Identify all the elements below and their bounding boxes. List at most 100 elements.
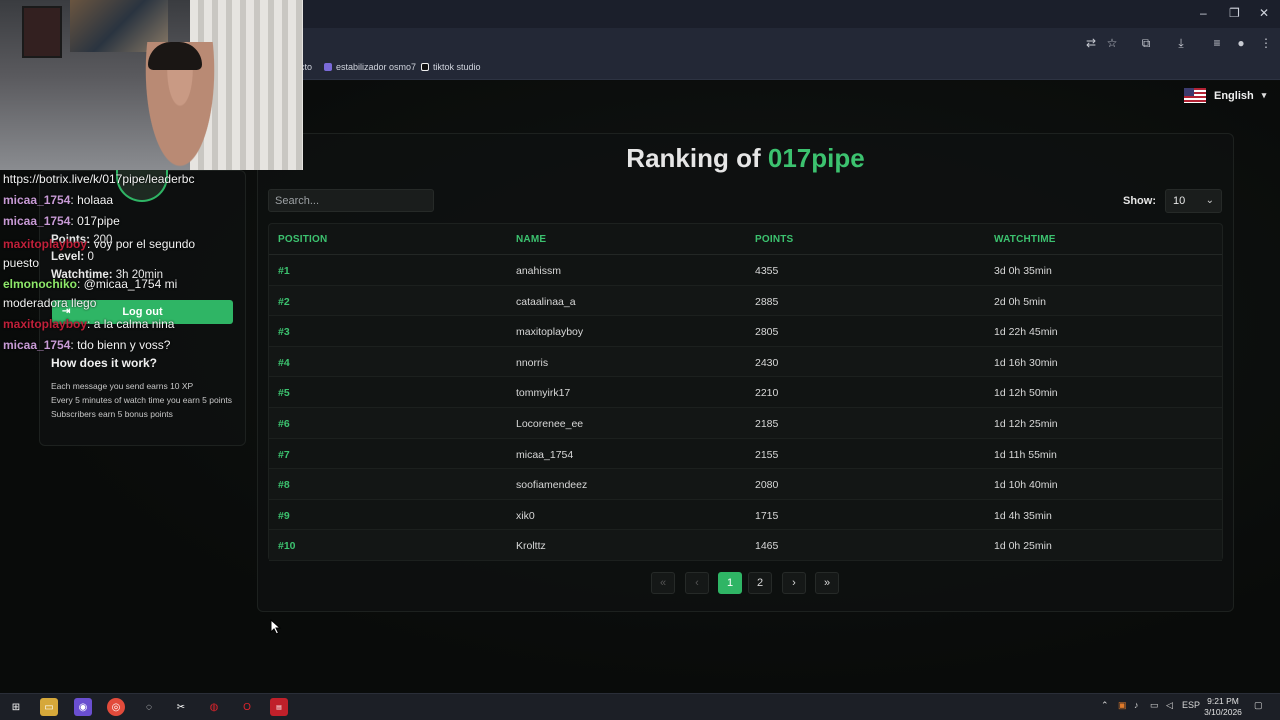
chat-message: elmonochiko: @micaa_1754 mi (3, 277, 177, 291)
microphone-icon[interactable]: ♪ (1134, 700, 1139, 710)
chat-username: micaa_1754 (3, 338, 71, 352)
opera-icon[interactable]: O (238, 698, 256, 716)
chat-text: : @micaa_1754 mi (77, 277, 178, 291)
chat-username: maxitoplayboy (3, 317, 88, 331)
rule-text: Every 5 minutes of watch time you earn 5… (51, 395, 232, 405)
level-label: Level: (51, 251, 85, 263)
level-stat: Level: 0 (51, 251, 94, 263)
bookmark-label: tiktok studio (433, 62, 481, 72)
cell-name: soofiamendeez (516, 479, 588, 492)
column-header[interactable]: NAME (516, 234, 546, 245)
tray-app-icon[interactable]: ▣ (1118, 700, 1127, 711)
cell-name: anahissm (516, 265, 561, 277)
table-row: #5 tommyirk17 2210 1d 12h 50min (269, 377, 1222, 408)
table-row: #4 nnorris 2430 1d 16h 30min (269, 346, 1222, 378)
start-icon[interactable]: ⊞ (7, 698, 25, 716)
us-flag-icon (1184, 88, 1206, 103)
chrome-icon[interactable]: ◎ (107, 698, 125, 716)
clock-time: 9:21 PM (1207, 696, 1239, 706)
download-icon[interactable]: ⤓ (1173, 35, 1189, 51)
cell-watchtime: 1d 10h 40min (994, 479, 1058, 492)
cell-points: 4355 (755, 265, 779, 277)
column-header[interactable]: POSITION (278, 234, 327, 245)
cell-points: 1715 (755, 509, 779, 522)
cell-watchtime: 1d 12h 25min (994, 418, 1058, 430)
cell-position: #4 (278, 356, 290, 369)
cell-name: tommyirk17 (516, 387, 571, 400)
chat-message: maxitoplayboy: voy por el segundo (3, 237, 195, 251)
page-title: Ranking of 017pipe (257, 143, 1234, 174)
page-size-select[interactable]: 10 ⌄ (1165, 189, 1222, 213)
cell-name: Krolttz (516, 540, 546, 553)
chat-text: https://botrix.live/k/017pipe/leaderbc (3, 172, 195, 186)
notifications-icon[interactable]: ▢ (1254, 700, 1263, 711)
cell-name: micaa_1754 (516, 448, 574, 461)
app-icon[interactable]: ▤ (270, 698, 288, 716)
cell-points: 2805 (755, 326, 779, 339)
chat-text: : a la calma nina (87, 317, 175, 331)
bookmark-item[interactable]: estabilizador osmo7 (324, 62, 416, 72)
screen: { "browser": { "bookmarks": [ {"label": … (0, 0, 1280, 720)
cell-position: #2 (278, 295, 290, 308)
bookmark-item[interactable]: tiktok studio (421, 62, 481, 72)
capcut-icon[interactable]: ✂ (172, 698, 190, 716)
chat-message: micaa_1754: holaaa (3, 193, 113, 207)
last-page-button[interactable]: » (815, 572, 839, 594)
media-icon[interactable]: ≡ (1209, 35, 1225, 51)
rule-text: Each message you send earns 10 XP (51, 381, 194, 391)
profile-icon[interactable]: ● (1233, 35, 1249, 51)
column-header[interactable]: WATCHTIME (994, 234, 1056, 245)
search-input[interactable] (268, 189, 434, 212)
cell-name: Locorenee_ee (516, 418, 584, 430)
cell-points: 2185 (755, 418, 779, 430)
file-explorer-icon[interactable]: ▭ (40, 698, 58, 716)
close-icon[interactable]: ✕ (1259, 6, 1269, 20)
rule-text: Subscribers earn 5 bonus points (51, 409, 173, 419)
language-indicator[interactable]: ESP (1182, 700, 1200, 710)
language-selector[interactable]: English ▾ (1184, 88, 1266, 103)
cell-name: maxitoplayboy (516, 326, 584, 339)
chat-username: maxitoplayboy (3, 237, 88, 251)
obs-icon[interactable]: ◌ (140, 698, 158, 716)
table-row: #10 Krolttz 1465 1d 0h 25min (269, 530, 1222, 561)
next-page-button[interactable]: › (782, 572, 806, 594)
tiktok-icon (421, 63, 429, 71)
extensions-icon[interactable]: ⧉ (1138, 35, 1154, 51)
page-button[interactable]: 2 (748, 572, 772, 594)
table-row: #6 Locorenee_ee 2185 1d 12h 25min (269, 408, 1222, 439)
cell-watchtime: 1d 22h 45min (994, 326, 1058, 339)
translate-icon[interactable]: ⇄ (1083, 35, 1099, 51)
taskbar-clock[interactable]: 9:21 PM 3/10/2026 (1200, 696, 1246, 718)
minimize-icon[interactable]: – (1200, 6, 1207, 20)
chevron-up-icon[interactable]: ⌃ (1101, 700, 1109, 711)
menu-icon[interactable]: ⋮ (1258, 35, 1274, 51)
chat-username: elmonochiko (3, 277, 78, 291)
app-icon[interactable]: ◍ (205, 698, 223, 716)
page-button[interactable]: 1 (718, 572, 742, 594)
page-size-value: 10 (1173, 195, 1186, 207)
table-row: #8 soofiamendeez 2080 1d 10h 40min (269, 469, 1222, 500)
show-label: Show: (1123, 195, 1156, 207)
restore-icon[interactable]: ❐ (1229, 6, 1240, 20)
cell-points: 2080 (755, 479, 779, 492)
column-header[interactable]: POINTS (755, 234, 793, 245)
chat-text: : tdo bienn y voss? (70, 338, 171, 352)
app-icon[interactable]: ◉ (74, 698, 92, 716)
ranking-table: POSITION NAME POINTS WATCHTIME #1 anahiss… (268, 223, 1223, 561)
table-row: #9 xik0 1715 1d 4h 35min (269, 500, 1222, 531)
chat-text: moderadora llego (3, 296, 97, 310)
cell-position: #9 (278, 509, 290, 522)
volume-icon[interactable]: ◁ (1166, 700, 1173, 711)
table-header: POSITION NAME POINTS WATCHTIME (269, 224, 1222, 255)
cell-position: #1 (278, 265, 290, 277)
prev-page-button[interactable]: ‹ (685, 572, 709, 594)
network-icon[interactable]: ▭ (1150, 700, 1159, 711)
cell-position: #5 (278, 387, 290, 400)
star-icon[interactable]: ☆ (1104, 35, 1120, 51)
chevron-down-icon: ⌄ (1205, 195, 1214, 206)
cell-points: 2155 (755, 448, 779, 461)
clock-date: 3/10/2026 (1204, 707, 1242, 717)
cell-points: 2885 (755, 295, 779, 308)
bookmark-label: estabilizador osmo7 (336, 62, 417, 72)
first-page-button[interactable]: « (651, 572, 675, 594)
